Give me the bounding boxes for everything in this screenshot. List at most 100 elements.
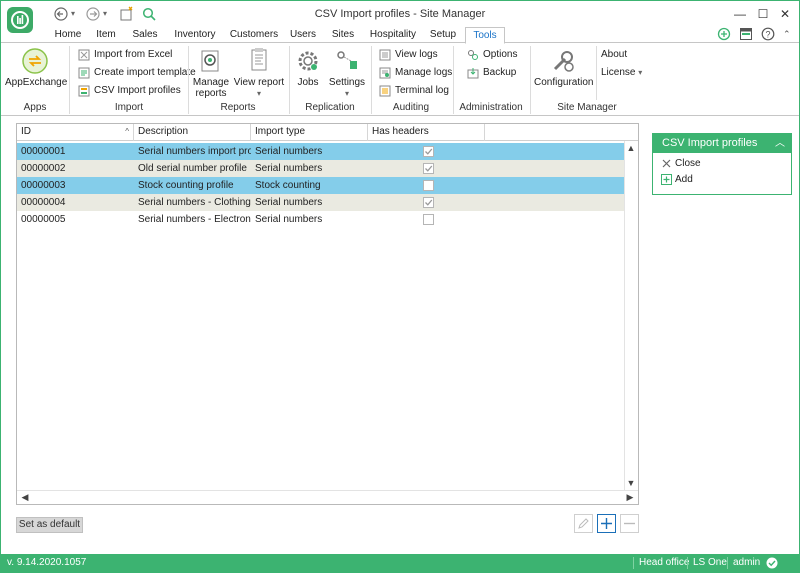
add-button[interactable] bbox=[597, 514, 616, 533]
jobs-button[interactable]: Jobs bbox=[293, 47, 323, 88]
status-separator bbox=[633, 557, 634, 569]
edit-pencil-icon bbox=[578, 518, 589, 529]
has-headers-checkbox[interactable] bbox=[423, 146, 434, 157]
add-icon bbox=[661, 174, 672, 185]
options-icon bbox=[468, 50, 478, 60]
manage-logs-icon bbox=[379, 67, 391, 79]
column-header-import-type[interactable]: Import type bbox=[251, 124, 368, 141]
group-label-auditing: Auditing bbox=[392, 102, 430, 113]
collapse-chevron-icon[interactable]: ︿ bbox=[775, 134, 785, 153]
layout-icon[interactable] bbox=[739, 27, 753, 41]
configuration-button[interactable]: Configuration bbox=[534, 47, 594, 88]
tab-setup[interactable]: Setup bbox=[427, 27, 459, 43]
table-row[interactable]: 00000002 Old serial number profile Serial … bbox=[17, 160, 624, 177]
manage-reports-icon bbox=[201, 50, 219, 72]
manage-reports-button[interactable]: Manage reports bbox=[191, 47, 231, 99]
about-label: About bbox=[601, 49, 628, 60]
has-headers-checkbox[interactable] bbox=[423, 180, 434, 191]
cell-id: 00000004 bbox=[21, 197, 66, 208]
status-separator bbox=[687, 557, 688, 569]
help-icon[interactable]: ? bbox=[761, 27, 775, 41]
terminal-log-button[interactable]: Terminal log bbox=[379, 83, 449, 99]
import-from-excel-button[interactable]: Import from Excel bbox=[78, 47, 172, 63]
ribbon-collapse-icon[interactable]: ⌃ bbox=[783, 27, 797, 41]
vertical-scrollbar[interactable]: ▲ ▼ bbox=[624, 141, 638, 490]
has-headers-checkbox[interactable] bbox=[423, 197, 434, 208]
panel-close-action[interactable]: Close bbox=[661, 157, 701, 171]
options-button[interactable]: Options bbox=[467, 47, 517, 63]
maximize-button[interactable]: ☐ bbox=[753, 5, 773, 23]
group-label-site-manager: Site Manager bbox=[557, 102, 617, 113]
group-label-replication: Replication bbox=[305, 102, 355, 113]
create-import-template-label: Create import template bbox=[94, 67, 196, 78]
terminal-log-icon bbox=[379, 85, 391, 97]
panel-add-action[interactable]: Add bbox=[661, 173, 693, 187]
terminal-log-label: Terminal log bbox=[395, 85, 449, 96]
tab-tools[interactable]: Tools bbox=[465, 27, 505, 44]
sync-icon[interactable] bbox=[717, 27, 731, 41]
tab-sales[interactable]: Sales bbox=[127, 27, 163, 43]
tab-home[interactable]: Home bbox=[51, 27, 85, 43]
product-text: LS One bbox=[693, 557, 727, 568]
column-header-id[interactable]: ID ^ bbox=[17, 124, 134, 141]
manage-logs-button[interactable]: Manage logs bbox=[379, 65, 452, 81]
group-label-apps: Apps bbox=[23, 102, 47, 113]
edit-button[interactable] bbox=[574, 514, 593, 533]
group-label-import: Import bbox=[114, 102, 144, 113]
view-logs-button[interactable]: View logs bbox=[379, 47, 438, 63]
license-dropdown-icon: ▾ bbox=[638, 68, 643, 77]
has-headers-checkbox[interactable] bbox=[423, 163, 434, 174]
backup-button[interactable]: Backup bbox=[467, 65, 516, 81]
tab-customers[interactable]: Customers bbox=[227, 27, 281, 43]
group-label-administration: Administration bbox=[459, 102, 523, 113]
column-header-has-headers[interactable]: Has headers bbox=[368, 124, 485, 141]
ribbon: AppExchange Apps Import from Excel Creat… bbox=[1, 42, 799, 116]
tab-item[interactable]: Item bbox=[91, 27, 121, 43]
horizontal-scrollbar[interactable]: ◀ ▶ bbox=[17, 490, 638, 504]
column-header-description[interactable]: Description bbox=[134, 124, 251, 141]
tab-sites[interactable]: Sites bbox=[327, 27, 359, 43]
scroll-down-icon[interactable]: ▼ bbox=[625, 478, 637, 488]
csv-import-profiles-button[interactable]: CSV Import profiles bbox=[78, 83, 181, 99]
about-button[interactable]: About bbox=[601, 47, 627, 63]
csv-profiles-grid[interactable]: ID ^ Description Import type Has headers… bbox=[16, 123, 639, 505]
cell-type: Serial numbers bbox=[255, 214, 323, 225]
table-row[interactable]: 00000001 Serial numbers import profile Ser… bbox=[17, 143, 624, 160]
tab-inventory[interactable]: Inventory bbox=[169, 27, 221, 43]
configuration-icon bbox=[553, 51, 574, 72]
user-text: admin bbox=[733, 557, 761, 568]
minimize-button[interactable]: — bbox=[730, 5, 750, 23]
jobs-label: Jobs bbox=[297, 77, 319, 88]
version-text: v. 9.14.2020.1057 bbox=[7, 557, 87, 568]
close-icon bbox=[662, 159, 671, 168]
tab-hospitality[interactable]: Hospitality bbox=[367, 27, 419, 43]
scroll-left-icon[interactable]: ◀ bbox=[19, 492, 31, 503]
scroll-right-icon[interactable]: ▶ bbox=[624, 492, 636, 503]
panel-header[interactable]: CSV Import profiles ︿ bbox=[653, 134, 791, 153]
csv-import-profiles-label: CSV Import profiles bbox=[94, 85, 181, 96]
set-as-default-button[interactable]: Set as default bbox=[16, 517, 83, 533]
import-from-excel-label: Import from Excel bbox=[94, 49, 173, 60]
table-row[interactable]: 00000004 Serial numbers - Clothing Serial … bbox=[17, 194, 624, 211]
scroll-up-icon[interactable]: ▲ bbox=[625, 143, 637, 153]
license-button[interactable]: License ▾ bbox=[601, 65, 642, 81]
tab-users[interactable]: Users bbox=[287, 27, 319, 43]
view-report-icon bbox=[251, 48, 267, 71]
settings-button[interactable]: Settings ▾ bbox=[327, 47, 367, 99]
settings-label: Settings bbox=[328, 77, 366, 88]
table-row[interactable]: 00000003 Stock counting profile Stock coun… bbox=[17, 177, 624, 194]
table-row[interactable]: 00000005 Serial numbers - Electronics Seri… bbox=[17, 211, 624, 228]
ribbon-separator bbox=[289, 46, 290, 114]
cell-type: Serial numbers bbox=[255, 197, 323, 208]
backup-label: Backup bbox=[483, 67, 517, 78]
create-import-template-button[interactable]: Create import template bbox=[78, 65, 196, 81]
has-headers-checkbox[interactable] bbox=[423, 214, 434, 225]
close-window-button[interactable]: ✕ bbox=[775, 5, 795, 23]
appexchange-button[interactable]: AppExchange bbox=[5, 47, 67, 88]
grid-header: ID ^ Description Import type Has headers bbox=[17, 124, 638, 141]
cell-type: Stock counting bbox=[255, 180, 321, 191]
manage-reports-label-line2: reports bbox=[195, 88, 227, 99]
view-report-button[interactable]: View report ▾ bbox=[233, 47, 285, 99]
configuration-label: Configuration bbox=[534, 77, 594, 88]
remove-button[interactable] bbox=[620, 514, 639, 533]
